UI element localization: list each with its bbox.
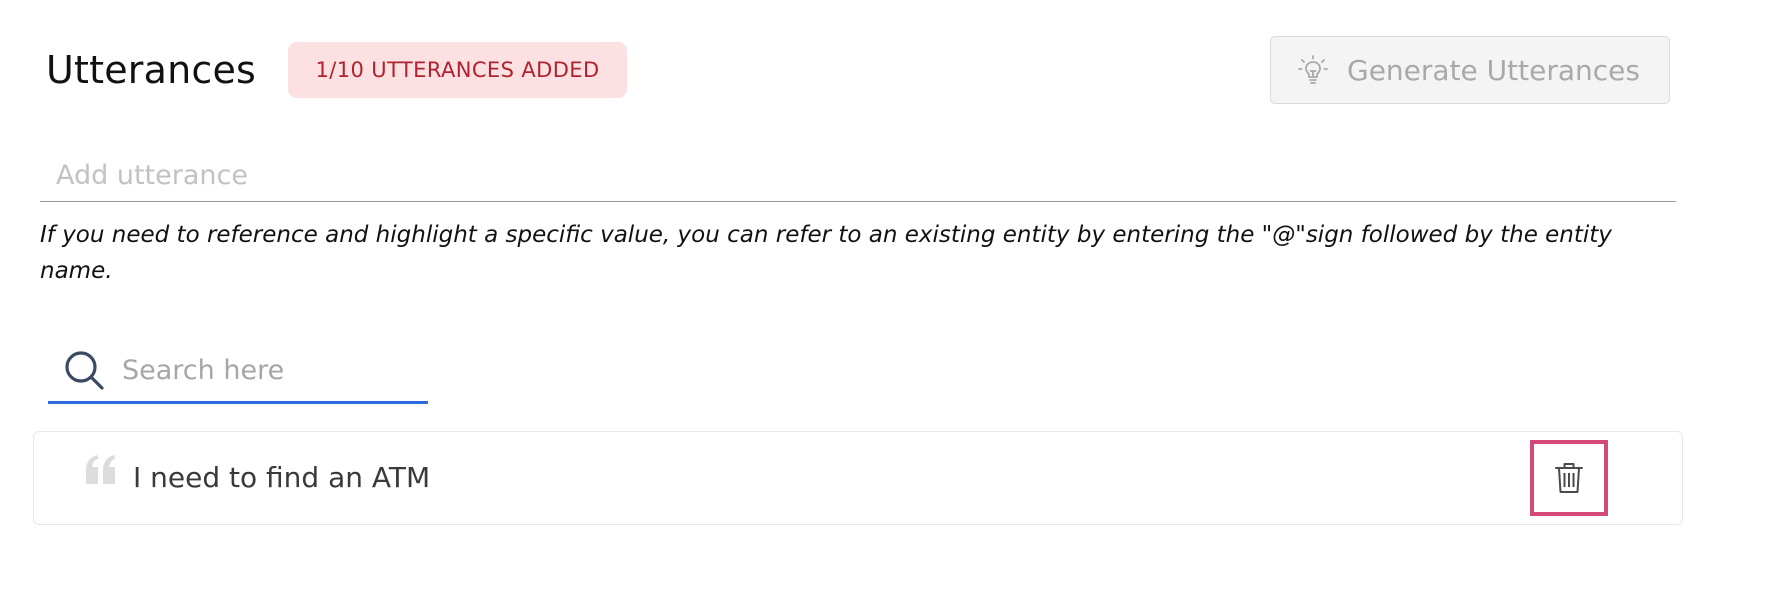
trash-icon <box>1554 462 1584 494</box>
page-title: Utterances <box>46 48 257 92</box>
lightbulb-icon <box>1297 54 1329 86</box>
search-input[interactable] <box>122 355 428 386</box>
delete-utterance-button[interactable] <box>1530 440 1608 516</box>
utterance-count-badge: 1/10 UTTERANCES ADDED <box>288 42 627 98</box>
generate-utterances-button[interactable]: Generate Utterances <box>1270 36 1670 104</box>
add-utterance-input[interactable] <box>40 150 1676 202</box>
search-field[interactable] <box>48 340 428 404</box>
search-icon <box>62 348 108 394</box>
utterance-text: I need to find an ATM <box>133 461 431 494</box>
entity-hint-text: If you need to reference and highlight a… <box>40 222 1612 284</box>
utterance-list-item: I need to find an ATM <box>33 431 1683 525</box>
quote-icon <box>84 454 118 486</box>
generate-utterances-label: Generate Utterances <box>1347 53 1640 87</box>
